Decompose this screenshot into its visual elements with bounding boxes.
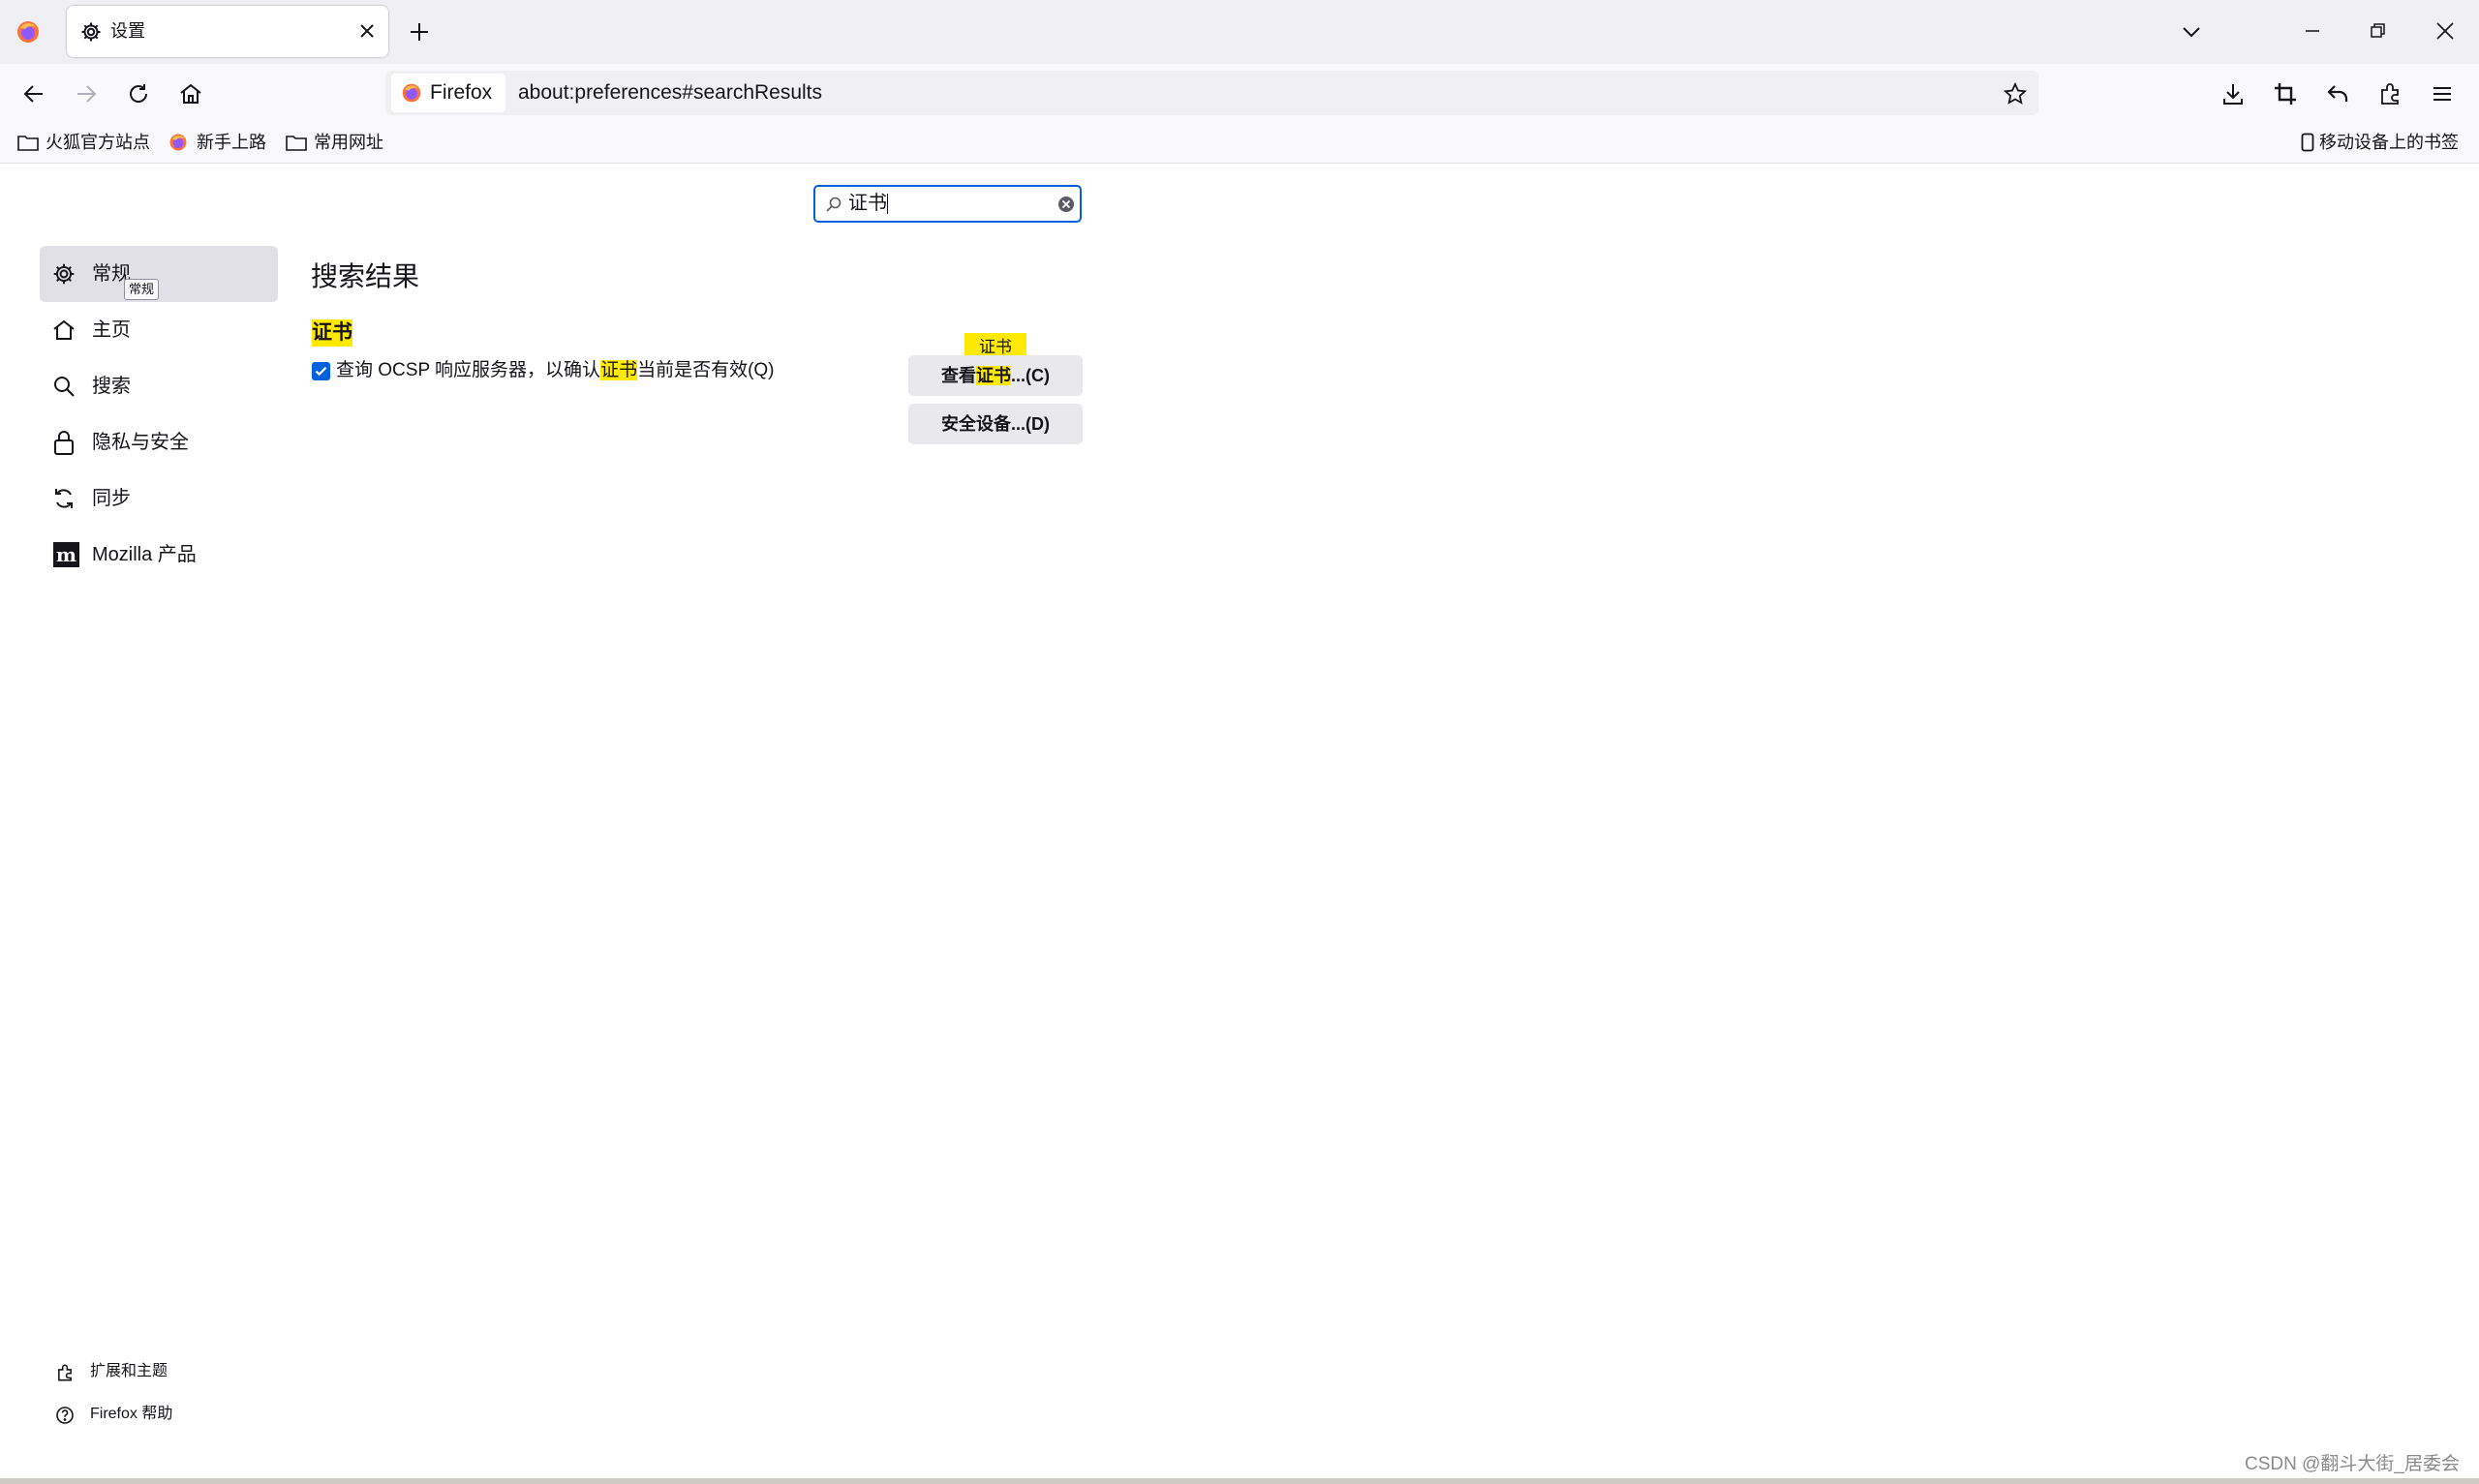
category-search[interactable]: 搜索 xyxy=(40,358,278,414)
undo-close-tab-icon[interactable] xyxy=(2325,81,2350,106)
view-certificates-button[interactable]: 查看证书...(C) xyxy=(908,355,1083,396)
firefox-help-label: Firefox 帮助 xyxy=(90,1406,173,1422)
ocsp-label[interactable]: 查询 OCSP 响应服务器，以确认证书当前是否有效(Q) xyxy=(336,357,775,384)
home-icon xyxy=(51,318,77,343)
app-menu-icon[interactable] xyxy=(2430,81,2455,106)
clear-search-icon[interactable] xyxy=(1057,196,1075,213)
mobile-device-icon xyxy=(2301,133,2314,152)
category-mozilla-products[interactable]: m Mozilla 产品 xyxy=(40,527,278,583)
category-label: 同步 xyxy=(92,488,131,509)
category-label: 隐私与安全 xyxy=(92,432,189,453)
extensions-themes-label: 扩展和主题 xyxy=(90,1363,168,1379)
tooltip: 常规 xyxy=(124,279,160,300)
reload-icon[interactable] xyxy=(126,81,151,106)
extensions-icon xyxy=(55,1363,75,1382)
text-cursor xyxy=(887,194,888,214)
mobile-bookmarks-label: 移动设备上的书签 xyxy=(2319,133,2459,152)
bookmark-label: 火狐官方站点 xyxy=(46,133,150,152)
bookmark-label: 新手上路 xyxy=(197,133,266,152)
view-certificates-prefix: 查看 xyxy=(941,366,976,385)
firefox-icon xyxy=(168,133,188,152)
search-icon xyxy=(825,196,842,213)
home-icon[interactable] xyxy=(178,81,203,106)
back-icon[interactable] xyxy=(21,81,46,106)
bookmark-star-icon[interactable] xyxy=(2003,81,2028,106)
view-certificates-suffix: ...(C) xyxy=(1011,366,1050,385)
ocsp-label-prefix: 查询 OCSP 响应服务器，以确认 xyxy=(336,360,601,380)
lock-icon xyxy=(51,429,77,456)
category-label: 搜索 xyxy=(92,376,131,397)
security-devices-button[interactable]: 安全设备...(D) xyxy=(908,404,1083,444)
category-privacy[interactable]: 隐私与安全 xyxy=(40,414,278,470)
search-results-heading: 搜索结果 xyxy=(311,261,420,291)
url-text[interactable]: about:preferences#searchResults xyxy=(518,74,822,112)
bottom-edge-strip xyxy=(0,1478,2479,1484)
minimize-icon[interactable] xyxy=(2303,21,2322,41)
identity-box[interactable]: Firefox xyxy=(391,74,505,112)
tab-title: 设置 xyxy=(110,21,145,41)
gear-icon xyxy=(51,261,77,287)
ocsp-label-suffix: 当前是否有效(Q) xyxy=(637,360,775,380)
identity-label: Firefox xyxy=(430,81,493,104)
category-home[interactable]: 主页 xyxy=(40,302,278,358)
folder-icon xyxy=(286,134,307,151)
view-certificates-highlight: 证书 xyxy=(976,366,1011,385)
search-icon xyxy=(51,374,77,399)
new-tab-icon[interactable] xyxy=(408,20,431,44)
checkmark-icon xyxy=(314,364,328,379)
screenshot-crop-icon[interactable] xyxy=(2273,81,2298,106)
gear-icon xyxy=(79,20,103,44)
ocsp-checkbox[interactable] xyxy=(312,362,330,380)
firefox-menu-icon[interactable] xyxy=(15,19,41,45)
close-window-icon[interactable] xyxy=(2434,20,2456,42)
mozilla-logo-icon: m xyxy=(53,542,79,567)
sync-icon xyxy=(51,486,77,511)
list-all-tabs-icon[interactable] xyxy=(2181,21,2202,43)
tab-settings[interactable]: 设置 xyxy=(67,6,388,57)
certificates-group-title: 证书 xyxy=(312,319,352,347)
firefox-icon xyxy=(401,82,422,104)
watermark: CSDN @翻斗大街_居委会 xyxy=(2245,1454,2460,1474)
bookmark-label: 常用网址 xyxy=(314,133,383,152)
restore-icon[interactable] xyxy=(2369,21,2388,41)
help-icon xyxy=(55,1406,75,1425)
ocsp-label-highlight: 证书 xyxy=(600,360,638,380)
category-label: Mozilla 产品 xyxy=(92,544,197,565)
category-sync[interactable]: 同步 xyxy=(40,470,278,527)
preferences-search-input[interactable]: 证书 xyxy=(813,185,1082,223)
extensions-icon[interactable] xyxy=(2377,81,2402,106)
downloads-icon[interactable] xyxy=(2220,81,2246,106)
search-value: 证书 xyxy=(848,193,887,214)
folder-icon xyxy=(17,134,39,151)
category-label: 主页 xyxy=(92,319,131,341)
close-tab-icon[interactable] xyxy=(358,22,376,40)
forward-icon[interactable] xyxy=(74,81,99,106)
